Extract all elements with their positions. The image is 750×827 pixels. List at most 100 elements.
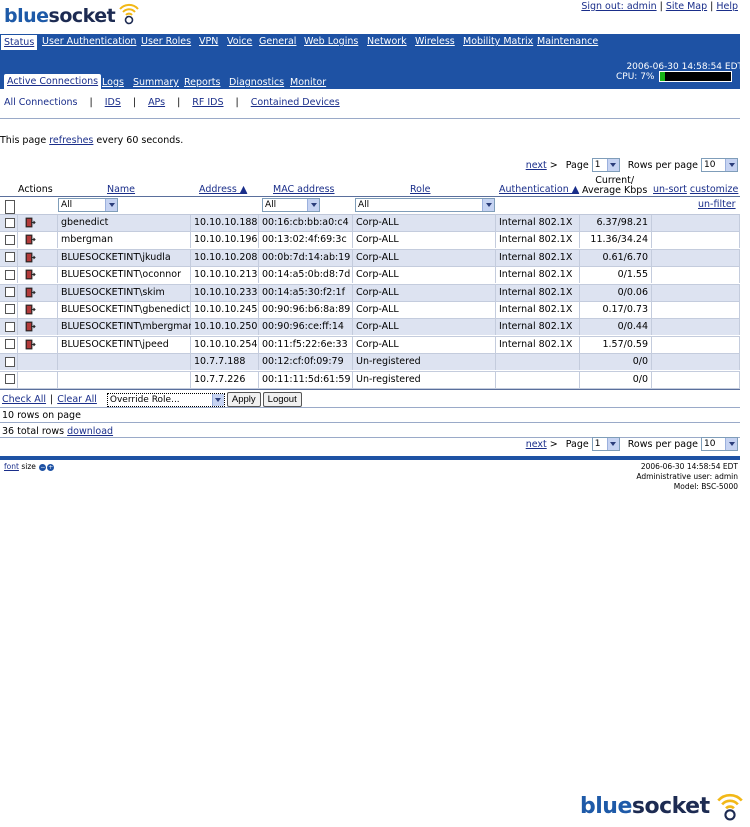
cell-auth: Internal 802.1X <box>496 215 580 231</box>
site-map-link[interactable]: Site Map <box>666 1 707 12</box>
cell-mac: 00:13:02:4f:69:3c <box>259 232 353 249</box>
logout-button[interactable]: Logout <box>262 392 302 407</box>
rows-per-page-select[interactable]: 10 <box>701 158 738 172</box>
nav-vpn[interactable]: VPN <box>199 34 218 50</box>
tab-monitor[interactable]: Monitor <box>290 76 326 89</box>
cell-kbps: 0/0.06 <box>580 284 652 301</box>
row-action-cell <box>18 319 58 336</box>
nav-general[interactable]: General <box>259 34 296 50</box>
col-mac-address[interactable]: MAC address <box>273 184 335 195</box>
check-all-link[interactable]: Check All <box>2 394 46 405</box>
row-extra-cell <box>652 319 740 336</box>
col-name[interactable]: Name <box>107 184 135 195</box>
filter-ids[interactable]: IDS <box>105 97 121 108</box>
decrease-font-icon[interactable]: − <box>39 463 47 471</box>
cpu-label: CPU: 7% <box>616 72 655 82</box>
table-row: BLUESOCKETINT\oconnor 10.10.10.213 00:14:a… <box>0 267 740 285</box>
cell-name: mbergman <box>58 232 191 249</box>
mac-filter-select[interactable]: All <box>262 198 320 212</box>
nav-status[interactable]: Status <box>1 34 38 50</box>
cell-role: Corp-ALL <box>353 232 496 249</box>
nav-network[interactable]: Network <box>367 34 407 50</box>
row-select-cell <box>0 284 18 301</box>
override-role-select[interactable]: Override Role... <box>106 392 225 407</box>
nav-user-authentication[interactable]: User Authentication <box>42 34 136 50</box>
wifi-signal-icon <box>716 793 743 821</box>
logout-user-icon[interactable] <box>25 217 36 228</box>
clear-all-link[interactable]: Clear All <box>57 394 97 405</box>
tab-active-connections[interactable]: Active Connections <box>4 74 102 89</box>
logout-user-icon[interactable] <box>25 252 36 263</box>
cell-name: gbenedict <box>58 215 191 231</box>
col-sort-tools: un-sort customize <box>653 184 738 195</box>
chevron-down-icon <box>606 438 619 450</box>
page-select-bottom[interactable]: 1 <box>591 437 620 451</box>
next-page-link[interactable]: next <box>526 160 547 171</box>
row-checkbox[interactable] <box>5 356 15 367</box>
logout-user-icon[interactable] <box>25 269 36 280</box>
unsort-link[interactable]: un-sort <box>653 184 687 195</box>
connections-table: Actions Name Address ▲ MAC address Role … <box>0 172 740 389</box>
nav-user-roles[interactable]: User Roles <box>141 34 191 50</box>
cell-address: 10.7.7.226 <box>191 371 259 388</box>
logout-user-icon[interactable] <box>25 321 36 332</box>
nav-voice[interactable]: Voice <box>227 34 252 50</box>
tab-summary[interactable]: Summary <box>133 76 179 89</box>
nav-maintenance[interactable]: Maintenance <box>537 34 598 50</box>
row-checkbox[interactable] <box>5 304 15 315</box>
cell-mac: 00:90:96:b6:8a:89 <box>259 301 353 318</box>
nav-web-logins[interactable]: Web Logins <box>304 34 358 50</box>
customize-link[interactable]: customize <box>690 184 738 195</box>
logout-user-icon[interactable] <box>25 234 36 245</box>
row-select-cell <box>0 371 18 388</box>
next-page-link-bottom[interactable]: next <box>526 439 547 450</box>
col-role[interactable]: Role <box>410 184 430 195</box>
row-checkbox[interactable] <box>5 269 15 280</box>
sign-out-link[interactable]: Sign out: admin <box>581 1 656 12</box>
row-checkbox[interactable] <box>5 374 15 385</box>
tab-diagnostics[interactable]: Diagnostics <box>229 76 284 89</box>
download-link[interactable]: download <box>67 426 113 437</box>
tab-logs[interactable]: Logs <box>102 76 124 89</box>
filter-all-connections[interactable]: All Connections <box>4 97 78 108</box>
refreshes-link[interactable]: refreshes <box>49 135 93 146</box>
nav-wireless[interactable]: Wireless <box>415 34 455 50</box>
row-checkbox[interactable] <box>5 321 15 332</box>
row-checkbox[interactable] <box>5 217 15 228</box>
filter-contained-devices[interactable]: Contained Devices <box>251 97 340 108</box>
row-checkbox[interactable] <box>5 252 15 263</box>
logout-user-icon[interactable] <box>25 287 36 298</box>
rows-per-page-select-bottom[interactable]: 10 <box>701 437 738 451</box>
increase-font-icon[interactable]: + <box>47 463 55 471</box>
help-link[interactable]: Help <box>716 1 738 12</box>
row-extra-cell <box>652 371 740 388</box>
row-checkbox[interactable] <box>5 234 15 245</box>
cell-name: BLUESOCKETINT\mbergman <box>58 319 194 336</box>
table-row: BLUESOCKETINT\jkudla 10.10.10.208 00:0b:7d… <box>0 249 740 268</box>
cell-auth: Internal 802.1X <box>496 267 580 284</box>
name-filter-select[interactable]: All <box>58 198 118 212</box>
chevron-down-icon <box>307 199 319 211</box>
col-address[interactable]: Address ▲ <box>199 184 247 195</box>
filter-aps[interactable]: APs <box>148 97 165 108</box>
col-authentication[interactable]: Authentication ▲ <box>499 184 579 195</box>
table-row: 10.7.7.188 00:12:cf:0f:09:79 Un-registered… <box>0 354 740 372</box>
tab-reports[interactable]: Reports <box>184 76 220 89</box>
cell-kbps: 6.37/98.21 <box>580 215 652 231</box>
select-all-checkbox[interactable] <box>5 200 15 214</box>
cell-auth: Internal 802.1X <box>496 284 580 301</box>
page-select[interactable]: 1 <box>591 158 620 172</box>
unfilter-link[interactable]: un-filter <box>698 199 736 213</box>
logout-user-icon[interactable] <box>25 339 36 350</box>
row-checkbox[interactable] <box>5 287 15 298</box>
nav-mobility-matrix[interactable]: Mobility Matrix <box>463 34 533 50</box>
apply-button[interactable]: Apply <box>226 392 261 407</box>
cell-name <box>58 371 191 388</box>
cell-kbps: 11.36/34.24 <box>580 232 652 249</box>
row-checkbox[interactable] <box>5 339 15 350</box>
logout-user-icon[interactable] <box>25 304 36 315</box>
cell-kbps: 0/0 <box>580 354 652 371</box>
filter-rf-ids[interactable]: RF IDS <box>192 97 223 108</box>
role-filter-select[interactable]: All <box>355 198 495 212</box>
font-link[interactable]: font <box>4 462 19 471</box>
